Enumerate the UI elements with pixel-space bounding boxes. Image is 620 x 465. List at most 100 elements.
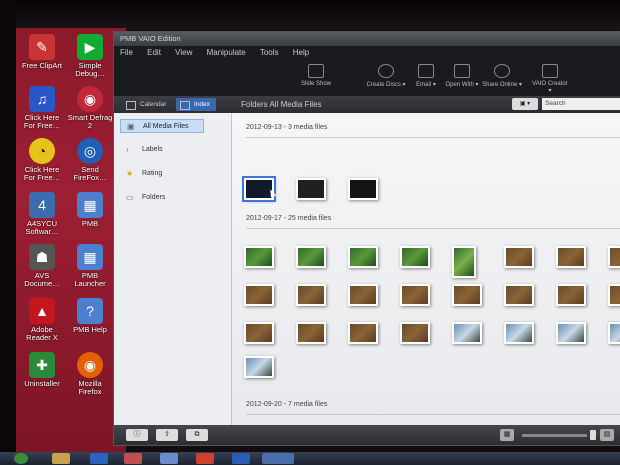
group-header: 2012-09-20 - 7 media files (246, 401, 328, 408)
group-divider (246, 228, 620, 229)
desktop-icon-simple-debug[interactable]: ▶ Simple Debug… (64, 34, 116, 78)
start-orb-icon[interactable] (14, 453, 28, 464)
thumbnail[interactable] (244, 246, 274, 268)
thumbnail[interactable] (348, 322, 378, 344)
view-mode-dropdown[interactable]: ▣ ▾ (512, 98, 538, 110)
icon-label: Simple Debug… (75, 61, 105, 78)
thumbnail[interactable] (400, 284, 430, 306)
thumbnail[interactable] (452, 322, 482, 344)
menu-view[interactable]: View (175, 48, 192, 57)
thumbnail[interactable] (556, 284, 586, 306)
desktop-icon-pmb-launcher[interactable]: ▦ PMB Launcher (64, 244, 116, 288)
vaio-creator-button[interactable]: VAIO Creator ▾ (530, 64, 570, 94)
desktop-icon-send-firefox[interactable]: ◎ Send FireFox… (64, 138, 116, 182)
thumbnail[interactable] (348, 284, 378, 306)
info-button[interactable]: ⓘ (126, 429, 148, 441)
menu-tools[interactable]: Tools (260, 48, 279, 57)
icon-label: Adobe Reader X (26, 325, 58, 342)
thumbnail[interactable] (452, 284, 482, 306)
desktop-icon-music[interactable]: ♫ Click Here For Free… (16, 86, 68, 130)
list-view-icon[interactable]: ▤ (600, 429, 614, 441)
ie-icon[interactable] (90, 453, 108, 464)
sidebar-item-all-media[interactable]: ▣ All Media Files (120, 119, 204, 133)
grid-icon (180, 101, 190, 110)
icon-label: PMB Launcher (74, 271, 106, 288)
icon-label: PMB Help (73, 325, 107, 334)
folder-view-button[interactable]: ⧉ (186, 429, 208, 441)
chrome-icon[interactable] (196, 453, 214, 464)
media-player-icon[interactable] (124, 453, 142, 464)
taskbar (0, 452, 620, 465)
toolbar-label: Slide Show (300, 81, 332, 87)
desktop-icon-firefox[interactable]: ◉ Mozilla Firefox (64, 352, 116, 396)
share-icon (494, 64, 510, 78)
toolbar-label: VAIO Creator ▾ (532, 81, 568, 94)
explorer-icon[interactable] (52, 453, 70, 464)
import-button[interactable]: ⇪ (156, 429, 178, 441)
thumbnail[interactable] (244, 322, 274, 344)
sidebar-label: All Media Files (143, 123, 189, 130)
thumbnail[interactable] (504, 322, 534, 344)
desktop-icon-avs[interactable]: ☗ AVS Docume… (16, 244, 68, 288)
word-icon[interactable] (232, 453, 250, 464)
sidebar-item-folders[interactable]: ▭ Folders (120, 191, 165, 205)
tab-label: Index (194, 101, 210, 108)
thumbnail[interactable] (452, 246, 476, 278)
sidebar-item-labels[interactable]: › Labels (120, 143, 163, 157)
pmb-taskbar-icon[interactable] (262, 453, 294, 464)
desktop-icon-pmb-help[interactable]: ? PMB Help (64, 298, 116, 334)
thumbnail[interactable] (400, 322, 430, 344)
zoom-slider-knob[interactable] (590, 430, 596, 440)
slideshow-button[interactable]: Slide Show (296, 64, 336, 87)
desktop-icon-smart-defrag[interactable]: ◉ Smart Defrag 2 (64, 86, 116, 130)
email-button[interactable]: Email ▾ (406, 64, 446, 88)
grid-size-icon[interactable]: ▦ (500, 429, 514, 441)
people-icon[interactable] (160, 453, 178, 464)
monitor-bezel (0, 0, 620, 30)
toolbar-label: Email ▾ (416, 82, 436, 88)
thumbnail[interactable] (244, 356, 274, 378)
thumbnail[interactable] (244, 284, 274, 306)
thumbnail[interactable] (348, 178, 378, 200)
thumbnail[interactable] (608, 246, 620, 268)
pacman-icon: ◔ (29, 138, 55, 164)
sidebar-item-rating[interactable]: ★ Rating (120, 167, 162, 181)
email-icon (418, 64, 434, 78)
search-input[interactable]: Search (542, 98, 620, 110)
thumbnail[interactable] (296, 246, 326, 268)
share-online-button[interactable]: Share Online ▾ (482, 64, 522, 88)
thumbnail[interactable] (296, 322, 326, 344)
open-with-button[interactable]: Open With ▾ (442, 64, 482, 88)
thumbnail[interactable] (608, 284, 620, 306)
menu-file[interactable]: File (120, 48, 133, 57)
thumbnail[interactable] (608, 322, 620, 344)
menu-edit[interactable]: Edit (147, 48, 161, 57)
desktop-icon-uninstaller[interactable]: ✚ Uninstaller (16, 352, 68, 388)
creator-icon (542, 64, 558, 78)
thumbnail[interactable] (400, 246, 430, 268)
sidebar-label: Folders (142, 194, 166, 201)
desktop-icon-pacman[interactable]: ◔ Click Here For Free… (16, 138, 68, 182)
menu-manipulate[interactable]: Manipulate (207, 48, 246, 57)
create-discs-button[interactable]: Create Discs ▾ (366, 64, 406, 88)
tab-index[interactable]: Index (176, 98, 216, 111)
zoom-slider[interactable] (522, 434, 587, 437)
menu-help[interactable]: Help (293, 48, 309, 57)
help-icon: ? (77, 298, 103, 324)
media-icon: ▣ (127, 122, 135, 131)
thumbnail[interactable] (504, 284, 534, 306)
desktop-icon-pmb[interactable]: ▦ PMB (64, 192, 116, 228)
thumbnail[interactable] (348, 246, 378, 268)
thumbnail[interactable] (296, 178, 326, 200)
music-note-icon: ♫ (29, 86, 55, 112)
tab-calendar[interactable]: Calendar (122, 98, 172, 111)
thumbnail[interactable] (556, 246, 586, 268)
thumbnail[interactable] (556, 322, 586, 344)
group-header: 2012-09-13 - 3 media files (246, 124, 328, 131)
folder-icon: ▭ (126, 193, 134, 202)
desktop-icon-free-clipart[interactable]: ✎ Free ClipArt (16, 34, 68, 70)
thumbnail[interactable] (296, 284, 326, 306)
desktop-icon-a4sycu[interactable]: 4 A4SYCU Softwar… (16, 192, 68, 236)
desktop-icon-adobe-reader[interactable]: ▲ Adobe Reader X (16, 298, 68, 342)
thumbnail[interactable] (504, 246, 534, 268)
